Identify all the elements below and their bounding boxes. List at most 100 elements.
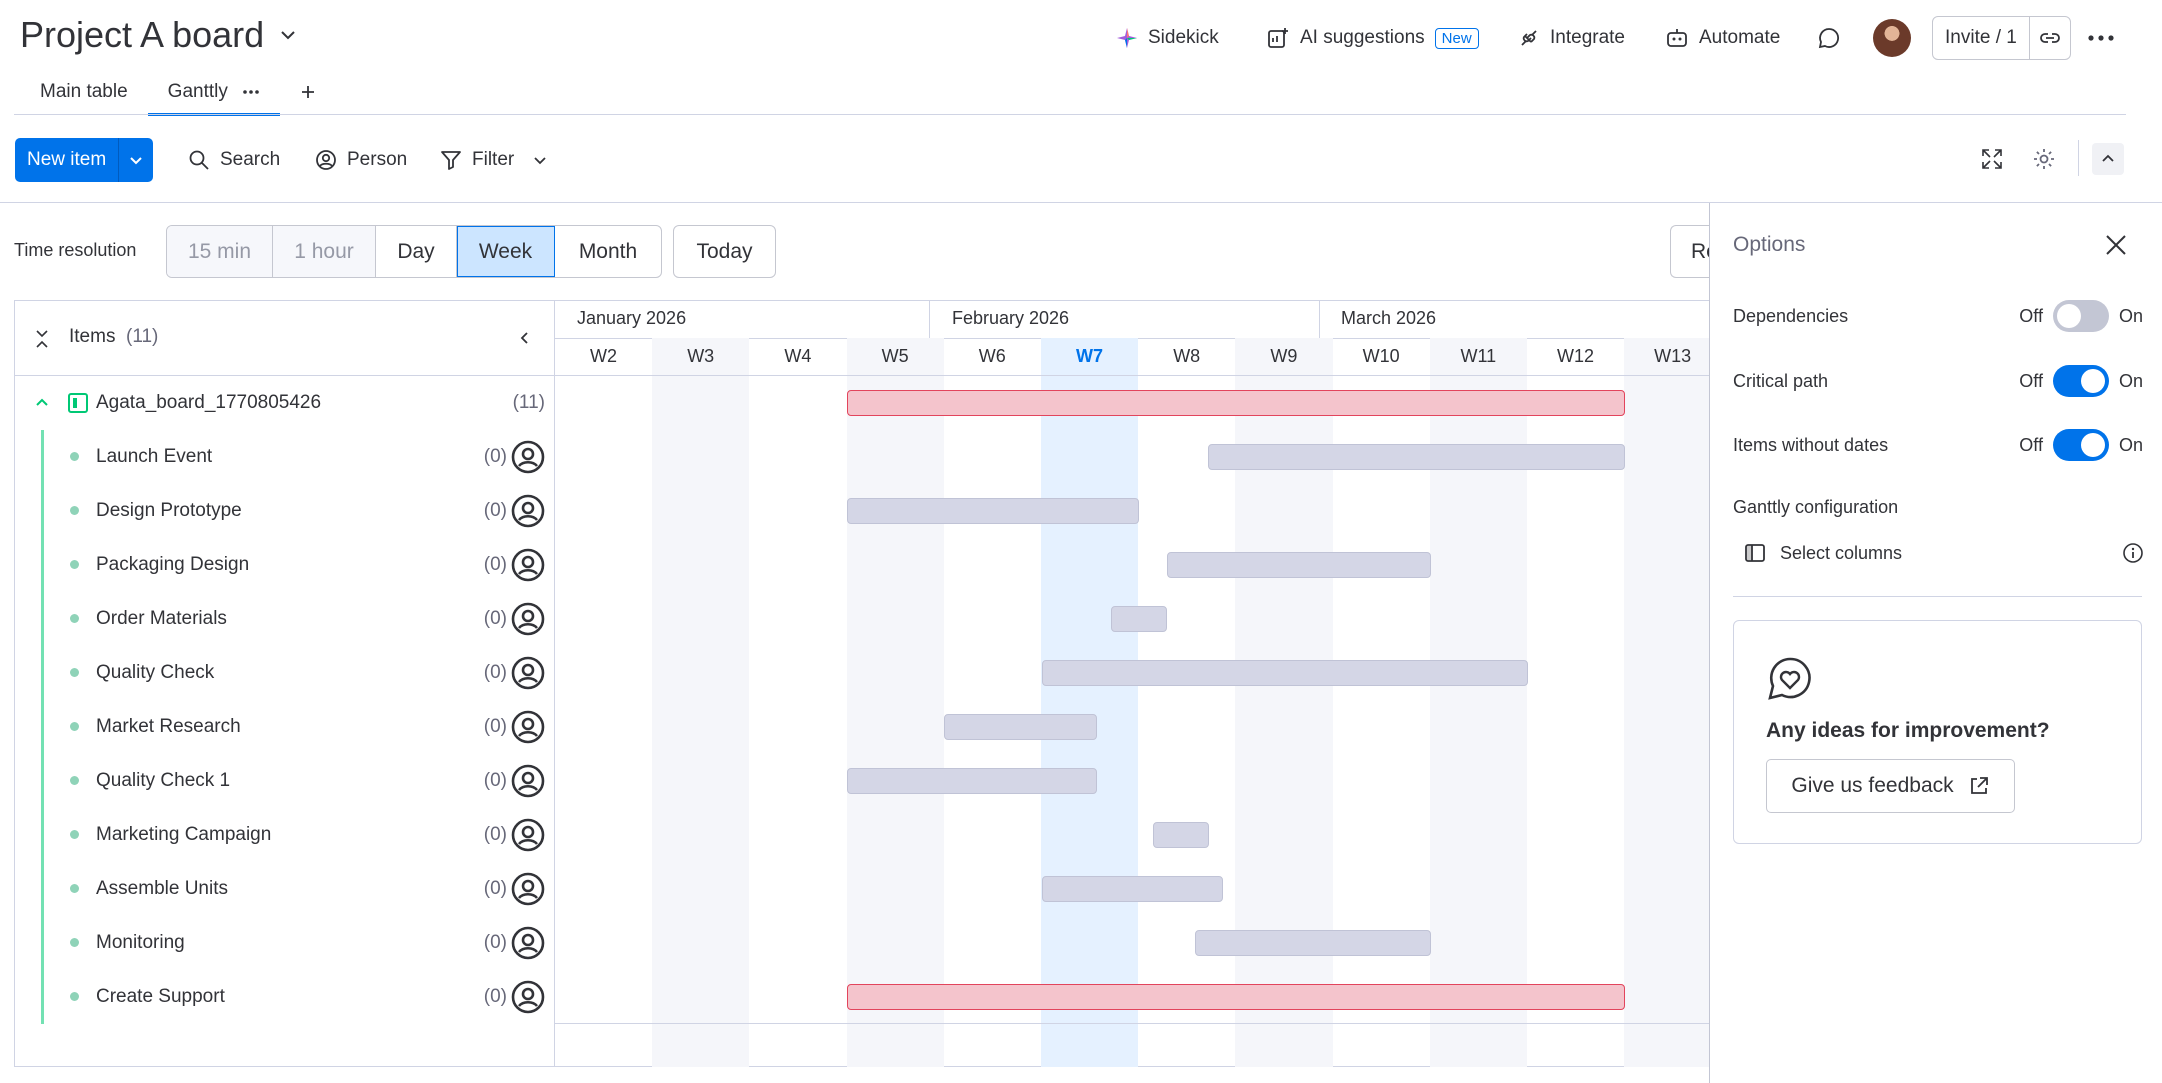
item-row[interactable]: Monitoring (0)	[14, 916, 555, 970]
item-dependency-count: (0)	[483, 770, 507, 791]
invite-button[interactable]: Invite / 1	[1933, 17, 2030, 59]
group-count: (11)	[512, 392, 545, 413]
more-options-icon[interactable]	[2087, 28, 2115, 48]
item-timeline-bar[interactable]	[847, 498, 1139, 524]
item-timeline-bar[interactable]	[847, 984, 1625, 1010]
item-timeline-bar[interactable]	[1111, 606, 1167, 632]
item-timeline-bar[interactable]	[1042, 660, 1528, 686]
info-icon[interactable]	[2122, 542, 2144, 564]
month-separator	[1319, 300, 1320, 339]
today-button[interactable]: Today	[673, 225, 776, 278]
status-dot	[70, 884, 79, 893]
new-item-label[interactable]: New item	[15, 138, 120, 182]
item-row[interactable]: Market Research (0)	[14, 700, 555, 754]
copy-link-button[interactable]	[2030, 17, 2070, 59]
item-name: Monitoring	[96, 932, 185, 953]
person-icon[interactable]	[511, 656, 545, 690]
person-icon[interactable]	[511, 548, 545, 582]
res-1hour-button[interactable]: 1 hour	[273, 226, 376, 277]
items-without-dates-toggle[interactable]	[2052, 429, 2109, 461]
search-label: Search	[220, 149, 281, 170]
avatar[interactable]	[1873, 19, 1911, 57]
filter-button[interactable]: Filter	[440, 142, 548, 178]
item-row[interactable]: Design Prototype (0)	[14, 484, 555, 538]
item-name: Order Materials	[96, 608, 227, 629]
item-row[interactable]: Packaging Design (0)	[14, 538, 555, 592]
week-label: W11	[1460, 346, 1497, 366]
chevron-down-icon[interactable]	[278, 25, 298, 45]
person-icon[interactable]	[511, 710, 545, 744]
status-dot	[70, 776, 79, 785]
critical-path-toggle[interactable]	[2052, 365, 2109, 397]
group-timeline-bar[interactable]	[847, 390, 1625, 416]
item-row[interactable]: Assemble Units (0)	[14, 862, 555, 916]
ai-suggestions-label: AI suggestions	[1300, 27, 1425, 48]
person-icon	[315, 149, 337, 171]
collapse-header-button[interactable]	[2092, 143, 2124, 175]
person-icon[interactable]	[511, 494, 545, 528]
give-feedback-button[interactable]: Give us feedback	[1766, 759, 2015, 813]
month-separator	[929, 300, 930, 339]
fullscreen-icon[interactable]	[1980, 147, 2004, 171]
sidekick-button[interactable]: Sidekick	[1116, 22, 1219, 54]
group-name: Agata_board_1770805426	[96, 392, 322, 413]
updates-button[interactable]	[1817, 22, 1841, 54]
ganttly-configuration-label: Ganttly configuration	[1733, 497, 1899, 517]
toggle-on-label: On	[2118, 370, 2143, 391]
new-item-button[interactable]: New item	[15, 138, 154, 182]
res-day-button[interactable]: Day	[376, 226, 457, 277]
res-15min-button[interactable]: 15 min	[167, 226, 273, 277]
item-timeline-bar[interactable]	[847, 768, 1097, 794]
item-timeline-bar[interactable]	[944, 714, 1097, 740]
group-row[interactable]: Agata_board_1770805426 (11)	[14, 376, 555, 430]
item-name: Design Prototype	[96, 500, 242, 521]
item-row[interactable]: Create Support (0)	[14, 970, 555, 1024]
item-dependency-count: (0)	[483, 824, 507, 845]
item-timeline-bar[interactable]	[1042, 876, 1223, 902]
invite-group[interactable]: Invite / 1	[1932, 16, 2071, 60]
plug-icon	[1518, 27, 1540, 49]
add-view-button[interactable]	[280, 72, 336, 112]
person-icon[interactable]	[511, 872, 545, 906]
automate-button[interactable]: Automate	[1665, 22, 1780, 54]
item-timeline-bar[interactable]	[1195, 930, 1431, 956]
tab-main-table-label: Main table	[40, 81, 128, 102]
res-week-button[interactable]: Week	[457, 226, 555, 277]
integrate-button[interactable]: Integrate	[1518, 22, 1625, 54]
person-icon[interactable]	[511, 818, 545, 852]
ai-suggestions-button[interactable]: AI suggestions New	[1266, 22, 1479, 54]
res-month-button[interactable]: Month	[555, 226, 661, 277]
item-row[interactable]: Quality Check 1 (0)	[14, 754, 555, 808]
tab-options-icon[interactable]	[242, 88, 260, 96]
item-row[interactable]: Launch Event (0)	[14, 430, 555, 484]
person-icon[interactable]	[511, 764, 545, 798]
status-dot	[70, 722, 79, 731]
item-timeline-bar[interactable]	[1167, 552, 1431, 578]
item-row[interactable]: Marketing Campaign (0)	[14, 808, 555, 862]
items-without-dates-label: Items without dates	[1733, 434, 1889, 455]
feedback-title: Any ideas for improvement?	[1766, 719, 2050, 742]
item-timeline-bar[interactable]	[1153, 822, 1209, 848]
dependencies-toggle[interactable]	[2052, 300, 2109, 332]
close-icon[interactable]	[2103, 232, 2129, 258]
board-title[interactable]: Project A board	[20, 14, 298, 56]
item-timeline-bar[interactable]	[1208, 444, 1625, 470]
select-columns-button[interactable]: Select columns	[1744, 538, 2144, 568]
settings-gear-icon[interactable]	[2032, 147, 2056, 171]
person-filter-button[interactable]: Person	[315, 142, 407, 178]
person-icon[interactable]	[511, 926, 545, 960]
person-icon[interactable]	[511, 602, 545, 636]
person-icon[interactable]	[511, 980, 545, 1014]
search-button[interactable]: Search	[188, 142, 280, 178]
critical-path-label: Critical path	[1733, 370, 1829, 391]
person-icon[interactable]	[511, 440, 545, 474]
chevron-down-icon[interactable]	[532, 152, 548, 168]
search-icon	[188, 149, 210, 171]
week-label: W2	[590, 346, 617, 366]
tab-main-table[interactable]: Main table	[20, 72, 148, 112]
item-row[interactable]: Quality Check (0)	[14, 646, 555, 700]
item-row[interactable]: Order Materials (0)	[14, 592, 555, 646]
chevron-up-icon[interactable]	[34, 395, 50, 411]
new-item-dropdown[interactable]	[119, 138, 153, 182]
tab-ganttly[interactable]: Ganttly	[147, 72, 281, 116]
